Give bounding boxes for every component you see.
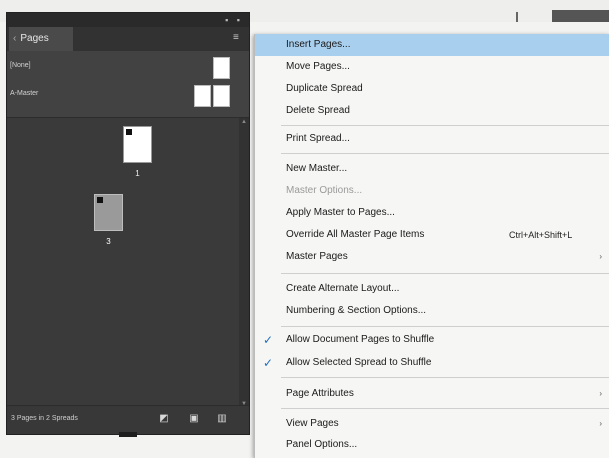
menu-item-label: Duplicate Spread [286,83,363,94]
tab-pages[interactable]: ‹ Pages [9,27,73,51]
menu-item-insert-pages[interactable]: Insert Pages... [255,34,609,56]
menu-item-duplicate-spread[interactable]: Duplicate Spread [255,78,609,100]
pages-panel-menu: Insert Pages... Move Pages... Duplicate … [254,34,609,458]
menu-item-shortcut: Ctrl+Alt+Shift+L [509,230,573,240]
pages-panel: ▪ ▪ ‹ Pages ≡ [None] A-Master 1 3 ▲ ▼ 3 … [6,12,250,437]
menu-item-label: Create Alternate Layout... [286,283,400,294]
menu-item-master-pages[interactable]: Master Pages › [255,246,609,268]
chevron-left-icon[interactable]: ‹ [13,33,16,44]
menu-separator [281,377,609,378]
menu-item-allow-spread-shuffle[interactable]: ✓ Allow Selected Spread to Shuffle [255,352,609,374]
panel-resize-grip[interactable] [119,432,137,437]
menu-item-label: Override All Master Page Items [286,229,425,240]
master-applied-marker [126,129,132,135]
menu-item-override-all[interactable]: Override All Master Page Items Ctrl+Alt+… [255,224,609,246]
page-count-status: 3 Pages in 2 Spreads [11,415,78,422]
menu-item-view-pages[interactable]: View Pages › [255,413,609,435]
menu-item-label: Insert Pages... [286,39,351,50]
master-row-none[interactable]: [None] [7,55,249,81]
menu-item-label: Print Spread... [286,133,350,144]
new-page-icon[interactable]: ▣ [187,412,201,426]
submenu-arrow-icon: › [599,252,602,261]
panel-window-controls-icon[interactable]: ▪ ▪ [225,15,243,25]
page-thumbnail-1[interactable] [123,126,152,163]
menu-item-move-pages[interactable]: Move Pages... [255,56,609,78]
pages-scrollbar[interactable]: ▲ ▼ [239,118,249,408]
tab-pages-label: Pages [20,33,49,44]
menu-item-label: Allow Selected Spread to Shuffle [286,357,432,368]
menu-item-delete-spread[interactable]: Delete Spread [255,100,609,122]
pages-area: 1 3 ▲ ▼ [7,118,249,408]
menu-item-label: Allow Document Pages to Shuffle [286,334,435,345]
menu-item-label: Master Options... [286,185,363,196]
menu-item-label: Page Attributes [286,388,354,399]
checkmark-icon: ✓ [262,333,274,347]
menu-item-panel-options[interactable]: Panel Options... [255,434,609,456]
menu-item-create-alternate[interactable]: Create Alternate Layout... [255,278,609,300]
page-number-label: 3 [106,237,111,246]
menu-item-label: View Pages [286,418,339,429]
edit-page-size-icon[interactable]: ◩ [157,412,171,426]
checkmark-icon: ✓ [262,356,274,370]
master-thumbnail[interactable] [213,57,230,79]
menu-item-allow-doc-shuffle[interactable]: ✓ Allow Document Pages to Shuffle [255,329,609,351]
page-thumbnail-3[interactable] [94,194,123,231]
menu-item-label: Apply Master to Pages... [286,207,395,218]
menu-separator [281,273,609,274]
menu-item-label: Numbering & Section Options... [286,305,427,316]
master-applied-marker [97,197,103,203]
scroll-up-icon[interactable]: ▲ [241,119,247,125]
menu-separator [281,326,609,327]
master-thumbnail-left[interactable] [194,85,211,107]
menu-item-label: Delete Spread [286,105,350,116]
menu-item-numbering-section[interactable]: Numbering & Section Options... [255,300,609,322]
panel-titlebar[interactable]: ▪ ▪ [7,13,249,27]
submenu-arrow-icon: › [599,389,602,398]
panel-tab-row: ‹ Pages ≡ [7,27,249,51]
submenu-arrow-icon: › [599,419,602,428]
menu-item-master-options: Master Options... [255,180,609,202]
menu-separator [281,153,609,154]
masters-section: [None] A-Master [7,51,249,118]
menu-item-label: Panel Options... [286,439,358,450]
master-label: A-Master [10,90,39,97]
master-label: [None] [10,62,31,69]
toolbar-fragment [552,10,609,22]
menu-separator [281,125,609,126]
menu-item-label: New Master... [286,163,348,174]
panel-menu-icon[interactable]: ≡ [233,33,243,43]
master-row-a-master[interactable]: A-Master [7,83,249,109]
delete-page-icon[interactable]: ▥ [215,412,229,426]
master-thumbnail-right[interactable] [213,85,230,107]
menu-item-label: Move Pages... [286,61,350,72]
menu-item-print-spread[interactable]: Print Spread... [255,128,609,150]
page-number-label: 1 [135,169,140,178]
menu-item-new-master[interactable]: New Master... [255,158,609,180]
menu-separator [281,408,609,409]
ruler-tick [516,12,518,22]
menu-item-apply-master[interactable]: Apply Master to Pages... [255,202,609,224]
panel-status-bar: 3 Pages in 2 Spreads ◩ ▣ ▥ [7,405,249,434]
menu-item-page-attributes[interactable]: Page Attributes › [255,383,609,405]
menu-item-label: Master Pages [286,251,348,262]
